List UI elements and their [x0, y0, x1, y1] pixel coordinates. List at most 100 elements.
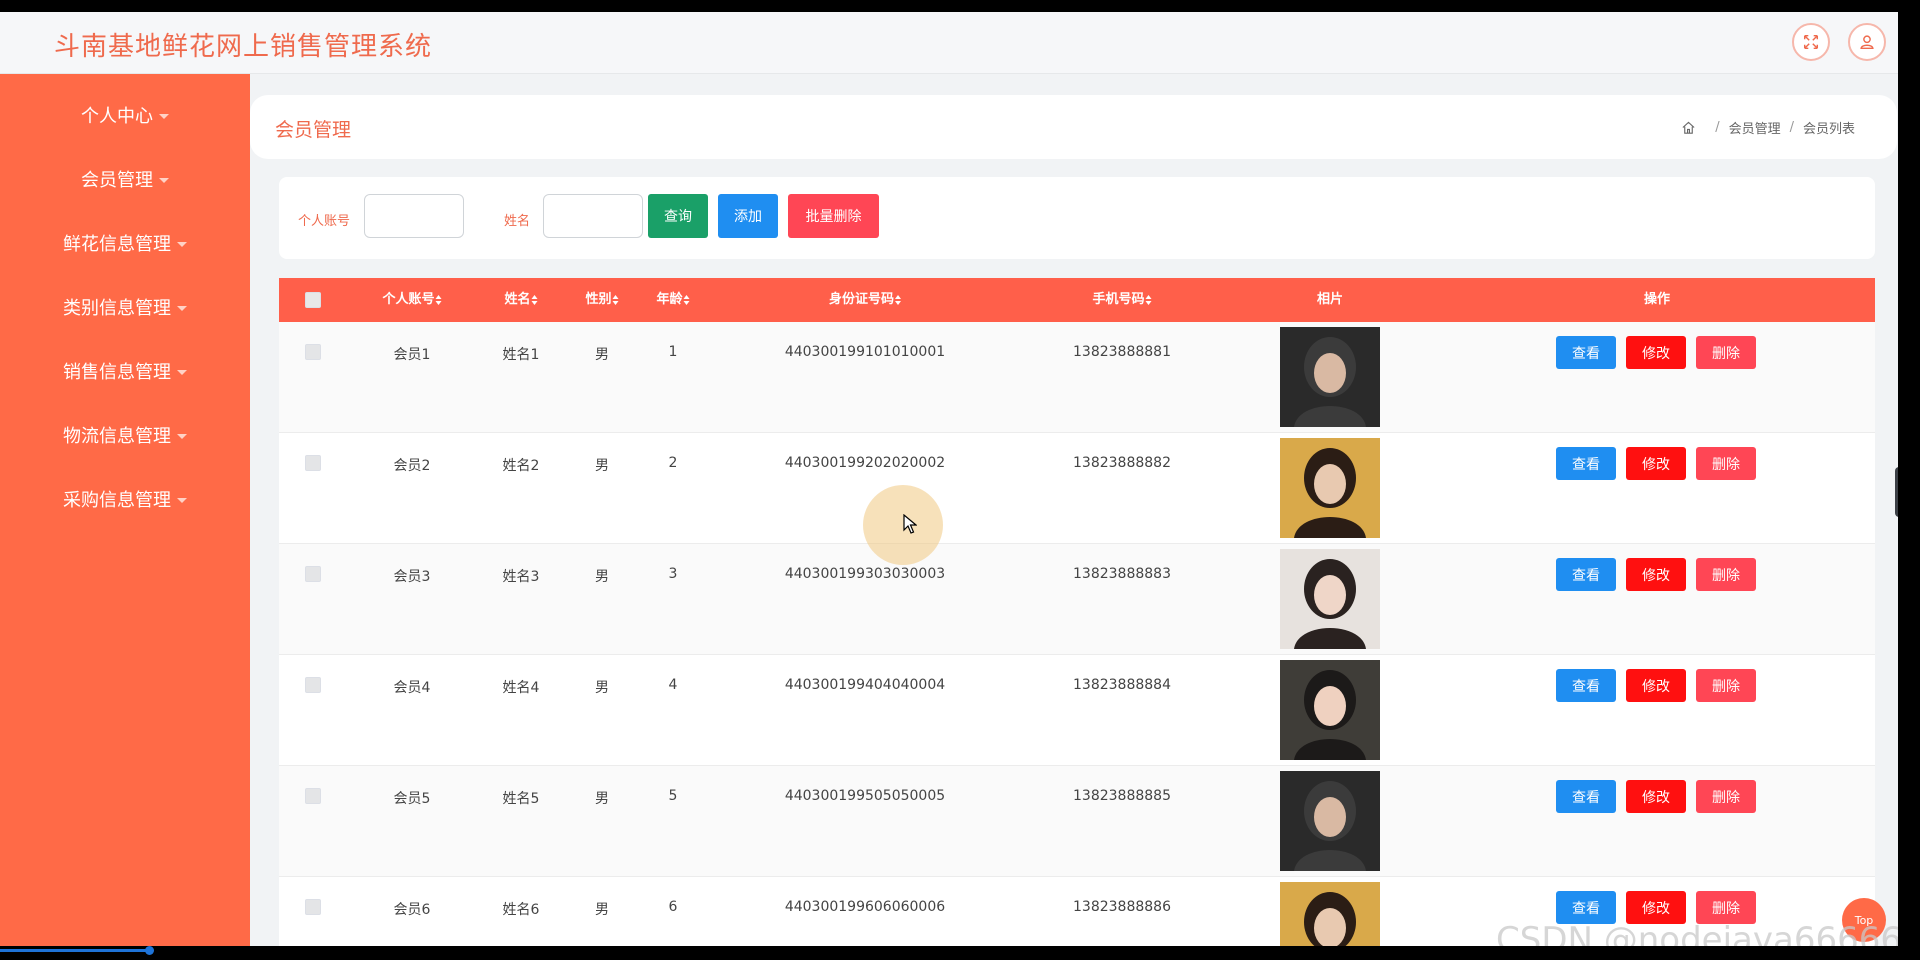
- account-label: 个人账号: [298, 214, 351, 229]
- view-button[interactable]: 查看: [1556, 780, 1616, 813]
- row-checkbox[interactable]: [305, 788, 321, 804]
- view-button[interactable]: 查看: [1556, 336, 1616, 369]
- row-checkbox[interactable]: [305, 566, 321, 582]
- column-header-name[interactable]: 姓名: [504, 278, 538, 322]
- breadcrumb-item-member-list: 会员列表: [1802, 122, 1855, 137]
- cell-account: 会员3: [393, 569, 431, 585]
- member-table: 个人账号 姓名 性别 年龄 身份证号码 手机号码 相片 操作 会员1 姓名1 男…: [279, 278, 1875, 946]
- column-header-phone[interactable]: 手机号码: [1092, 278, 1152, 322]
- user-icon: [1860, 35, 1874, 50]
- collapse-panel-button[interactable]: [1895, 467, 1898, 517]
- cell-id-number: 440300199303030003: [784, 566, 946, 582]
- edit-button[interactable]: 修改: [1626, 447, 1686, 480]
- portrait-image: [1280, 327, 1380, 427]
- account-input[interactable]: [364, 194, 464, 238]
- cell-id-number: 440300199404040004: [784, 677, 946, 693]
- cell-id-number: 440300199606060006: [784, 899, 946, 915]
- row-checkbox[interactable]: [305, 899, 321, 915]
- query-button[interactable]: 查询: [648, 194, 708, 238]
- member-photo: [1280, 327, 1380, 427]
- cell-gender: 男: [595, 347, 609, 363]
- cell-account: 会员5: [393, 791, 431, 807]
- portrait-image: [1280, 882, 1380, 946]
- cell-age: 4: [668, 677, 678, 693]
- column-header-gender[interactable]: 性别: [585, 278, 619, 322]
- watermark: CSDN @nodejava666666: [1496, 920, 1898, 946]
- sort-icon: [612, 294, 619, 305]
- caret-down-icon: [177, 241, 187, 247]
- breadcrumb-separator: /: [1789, 120, 1794, 135]
- column-header-age[interactable]: 年龄: [656, 278, 690, 322]
- column-header-id-number[interactable]: 身份证号码: [829, 278, 902, 322]
- member-photo: [1280, 549, 1380, 649]
- cell-gender: 男: [595, 902, 609, 918]
- sidebar-item-personal-center[interactable]: 个人中心: [0, 95, 250, 135]
- caret-down-icon: [177, 369, 187, 375]
- portrait-image: [1280, 660, 1380, 760]
- user-button[interactable]: [1848, 23, 1886, 61]
- row-checkbox[interactable]: [305, 677, 321, 693]
- portrait-image: [1280, 549, 1380, 649]
- table-row: 会员4 姓名4 男 4 440300199404040004 138238888…: [279, 655, 1875, 766]
- table-header: 个人账号 姓名 性别 年龄 身份证号码 手机号码 相片 操作: [279, 278, 1875, 322]
- home-icon[interactable]: [1681, 120, 1696, 135]
- row-checkbox[interactable]: [305, 344, 321, 360]
- delete-button[interactable]: 删除: [1696, 669, 1756, 702]
- add-button[interactable]: 添加: [718, 194, 778, 238]
- edit-button[interactable]: 修改: [1626, 780, 1686, 813]
- column-header-account[interactable]: 个人账号: [382, 278, 442, 322]
- edit-button[interactable]: 修改: [1626, 669, 1686, 702]
- breadcrumb-item-member-management[interactable]: 会员管理: [1729, 118, 1781, 137]
- cell-age: 1: [668, 344, 678, 360]
- sidebar-item-label: 类别信息管理: [63, 298, 171, 319]
- portrait-image: [1280, 771, 1380, 871]
- view-button[interactable]: 查看: [1556, 669, 1616, 702]
- sort-icon: [531, 294, 538, 305]
- batch-delete-button[interactable]: 批量删除: [788, 194, 879, 238]
- cell-age: 5: [668, 788, 678, 804]
- sidebar-item-sales-info[interactable]: 销售信息管理: [0, 351, 250, 391]
- view-button[interactable]: 查看: [1556, 558, 1616, 591]
- table-row: 会员2 姓名2 男 2 440300199202020002 138238888…: [279, 433, 1875, 544]
- delete-button[interactable]: 删除: [1696, 447, 1756, 480]
- breadcrumb-separator: /: [1715, 120, 1720, 135]
- fullscreen-button[interactable]: [1792, 23, 1830, 61]
- sidebar-item-label: 采购信息管理: [63, 490, 171, 511]
- cell-name: 姓名5: [502, 791, 540, 807]
- cell-name: 姓名6: [502, 902, 540, 918]
- cell-name: 姓名1: [502, 347, 540, 363]
- edit-button[interactable]: 修改: [1626, 336, 1686, 369]
- video-progress-fill: [0, 949, 150, 952]
- cell-phone: 13823888886: [1073, 899, 1171, 915]
- delete-button[interactable]: 删除: [1696, 558, 1756, 591]
- edit-button[interactable]: 修改: [1626, 558, 1686, 591]
- view-button[interactable]: 查看: [1556, 447, 1616, 480]
- sidebar-item-purchase-info[interactable]: 采购信息管理: [0, 479, 250, 519]
- sidebar-item-category-info[interactable]: 类别信息管理: [0, 287, 250, 327]
- cell-phone: 13823888884: [1073, 677, 1171, 693]
- sort-icon: [683, 294, 690, 305]
- column-header-photo: 相片: [1316, 292, 1344, 307]
- expand-icon: [1803, 34, 1819, 50]
- cell-phone: 13823888883: [1073, 566, 1171, 582]
- page-title: 会员管理: [275, 119, 352, 141]
- cell-age: 3: [668, 566, 678, 582]
- delete-button[interactable]: 删除: [1696, 780, 1756, 813]
- sidebar-item-logistics-info[interactable]: 物流信息管理: [0, 415, 250, 455]
- caret-down-icon: [159, 177, 169, 183]
- video-progress-handle[interactable]: [145, 946, 154, 955]
- select-all-checkbox[interactable]: [305, 292, 321, 308]
- cell-gender: 男: [595, 791, 609, 807]
- sidebar-item-member-management[interactable]: 会员管理: [0, 159, 250, 199]
- cell-name: 姓名2: [502, 458, 540, 474]
- name-input[interactable]: [543, 194, 643, 238]
- column-header-actions: 操作: [1643, 292, 1671, 307]
- cell-phone: 13823888885: [1073, 788, 1171, 804]
- page-title-bar: 会员管理 / 会员管理 / 会员列表: [250, 95, 1897, 159]
- delete-button[interactable]: 删除: [1696, 336, 1756, 369]
- name-label: 姓名: [504, 214, 531, 229]
- row-checkbox[interactable]: [305, 455, 321, 471]
- caret-down-icon: [177, 433, 187, 439]
- sidebar-item-flower-info[interactable]: 鲜花信息管理: [0, 223, 250, 263]
- mouse-cursor-icon: [903, 514, 917, 534]
